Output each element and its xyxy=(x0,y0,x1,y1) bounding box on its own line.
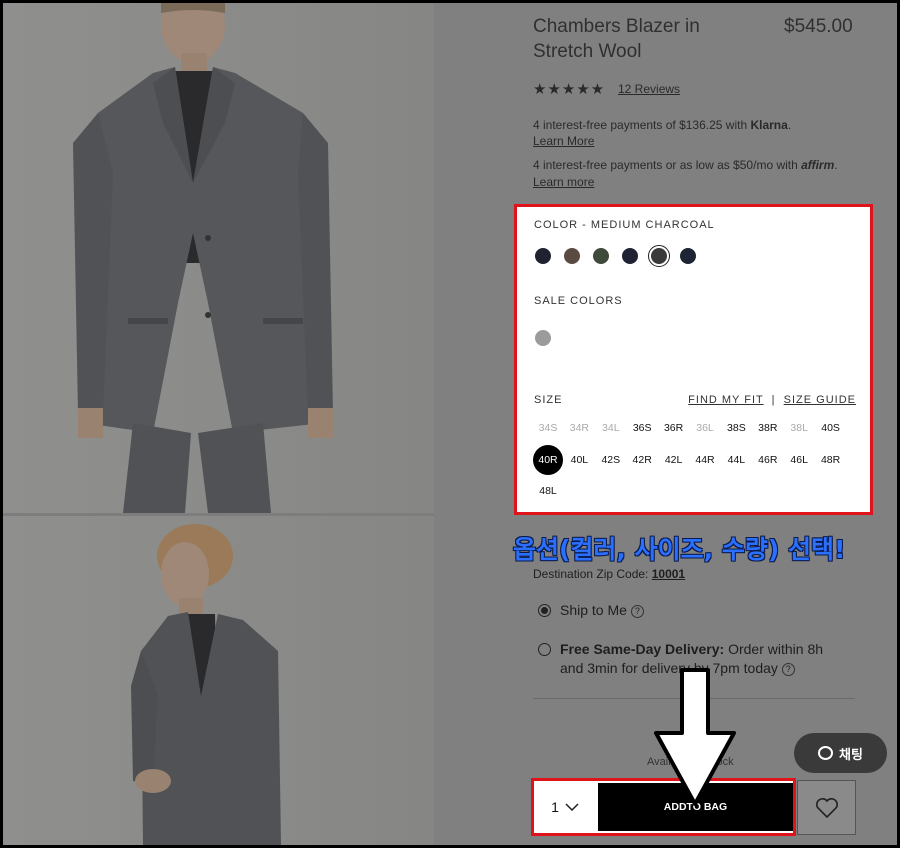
product-price: $545.00 xyxy=(784,16,853,37)
ship-to-me-option[interactable]: Ship to Me ? xyxy=(560,601,644,620)
size-label: SIZE xyxy=(534,394,563,406)
size-option[interactable]: 40L xyxy=(564,445,594,475)
size-option[interactable]: 46R xyxy=(753,445,783,475)
color-swatch[interactable] xyxy=(564,248,580,264)
size-option[interactable]: 34R xyxy=(564,413,594,443)
zip-code-link[interactable]: 10001 xyxy=(652,567,685,581)
klarna-message: 4 interest-free payments of $136.25 with… xyxy=(533,118,791,132)
annotation-text: 옵션(컬러, 사이즈, 수량) 선택! xyxy=(513,535,846,564)
color-swatch[interactable] xyxy=(593,248,609,264)
affirm-learn-more-link[interactable]: Learn more xyxy=(533,175,594,189)
size-option[interactable]: 44L xyxy=(721,445,751,475)
size-links: FIND MY FIT | SIZE GUIDE xyxy=(688,394,856,406)
product-title: Chambers Blazer in Stretch Wool xyxy=(533,16,700,62)
options-panel: COLOR - MEDIUM CHARCOAL SALE COLORS SIZE… xyxy=(514,204,873,515)
size-option[interactable]: 34L xyxy=(596,413,626,443)
color-swatch[interactable] xyxy=(535,248,551,264)
product-image-side[interactable] xyxy=(3,516,434,845)
help-icon[interactable]: ? xyxy=(781,663,795,676)
destination-zip: Destination Zip Code: 10001 xyxy=(533,567,685,581)
size-option[interactable]: 42R xyxy=(627,445,657,475)
same-day-radio[interactable] xyxy=(538,643,551,656)
size-option[interactable]: 44R xyxy=(690,445,720,475)
down-arrow-icon xyxy=(654,668,736,806)
size-option[interactable]: 48L xyxy=(533,476,563,506)
color-swatch[interactable] xyxy=(648,245,670,267)
chat-label: 채팅 xyxy=(839,746,863,762)
ship-to-me-label: Ship to Me xyxy=(560,602,627,618)
size-option[interactable]: 36R xyxy=(659,413,689,443)
size-option[interactable]: 34S xyxy=(533,413,563,443)
model-front-illustration xyxy=(73,3,333,513)
model-side-illustration xyxy=(131,524,281,845)
affirm-message: 4 interest-free payments or as low as $5… xyxy=(533,158,838,172)
chat-button[interactable]: 채팅 xyxy=(794,733,887,773)
affirm-suffix: . xyxy=(834,158,838,172)
size-option[interactable]: 40S xyxy=(816,413,846,443)
klarna-brand: Klarna xyxy=(750,118,788,132)
ship-to-me-radio[interactable] xyxy=(538,604,551,617)
size-option[interactable]: 38L xyxy=(784,413,814,443)
affirm-brand: affirm xyxy=(801,158,835,172)
klarna-learn-more-link[interactable]: Learn More xyxy=(533,134,594,148)
chevron-down-icon xyxy=(565,803,579,811)
size-option[interactable]: 42L xyxy=(659,445,689,475)
klarna-text: 4 interest-free payments of $136.25 with xyxy=(533,118,751,132)
quantity-select[interactable]: 1 xyxy=(534,781,596,833)
product-image-front[interactable] xyxy=(3,3,434,513)
size-links-separator: | xyxy=(771,394,776,406)
sale-color-swatch[interactable] xyxy=(535,330,551,346)
chat-icon xyxy=(818,746,834,760)
wishlist-button[interactable] xyxy=(797,780,856,835)
size-option[interactable]: 46L xyxy=(784,445,814,475)
color-label: COLOR - MEDIUM CHARCOAL xyxy=(534,219,715,231)
same-day-label: Free Same-Day Delivery: xyxy=(560,641,725,657)
color-swatch[interactable] xyxy=(680,248,696,264)
zip-label: Destination Zip Code: xyxy=(533,567,652,581)
klarna-suffix: . xyxy=(787,118,792,132)
size-option[interactable]: 38R xyxy=(753,413,783,443)
affirm-text: 4 interest-free payments or as low as $5… xyxy=(533,158,802,172)
size-option[interactable]: 36L xyxy=(690,413,720,443)
size-guide-link[interactable]: SIZE GUIDE xyxy=(784,394,856,406)
size-option[interactable]: 40R xyxy=(533,444,563,475)
heart-icon xyxy=(815,797,838,818)
sale-colors-label: SALE COLORS xyxy=(534,295,623,307)
help-icon[interactable]: ? xyxy=(630,605,644,618)
size-option[interactable]: 36S xyxy=(627,413,657,443)
size-option[interactable]: 38S xyxy=(721,413,751,443)
reviews-link[interactable]: 12 Reviews xyxy=(618,82,680,96)
color-swatch[interactable] xyxy=(622,248,638,264)
rating-stars: ★★★★★ xyxy=(533,81,606,98)
quantity-value: 1 xyxy=(551,799,559,815)
size-option[interactable]: 48R xyxy=(816,445,846,475)
size-option[interactable]: 42S xyxy=(596,445,626,475)
find-my-fit-link[interactable]: FIND MY FIT xyxy=(688,394,763,406)
